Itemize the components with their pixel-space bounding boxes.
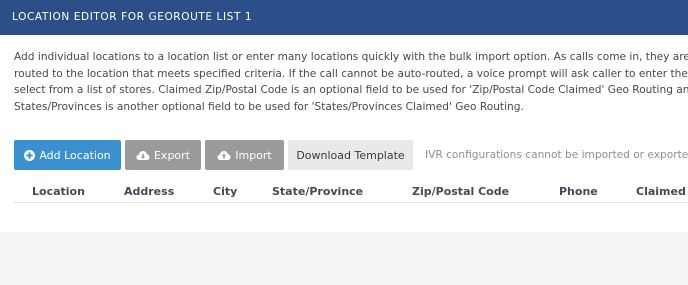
add-location-button[interactable]: Add Location <box>14 140 121 170</box>
column-header-phone[interactable]: Phone <box>559 185 598 198</box>
description-line: States/Provinces is another optional fie… <box>14 100 524 113</box>
panel-header: LOCATION EDITOR FOR GEOROUTE LIST 1 <box>0 0 688 35</box>
import-button[interactable]: Import <box>205 140 284 170</box>
plus-circle-icon <box>24 149 36 161</box>
table-header: Location Address City State/Province Zip… <box>14 178 688 203</box>
location-editor-panel: LOCATION EDITOR FOR GEOROUTE LIST 1 Add … <box>0 0 688 232</box>
description-line: routed to the location that meets specif… <box>14 67 688 80</box>
download-template-button[interactable]: Download Template <box>288 140 413 170</box>
toolbar: Add Location Export Import Download Temp… <box>14 140 688 170</box>
column-header-location[interactable]: Location <box>32 185 85 198</box>
cloud-download-icon <box>136 150 150 161</box>
description-line: Add individual locations to a location l… <box>14 51 688 63</box>
column-header-city[interactable]: City <box>213 185 237 198</box>
description-text: Add individual locations to a location l… <box>14 49 688 115</box>
column-header-zip-postal-code[interactable]: Zip/Postal Code <box>412 185 509 198</box>
column-header-state-province[interactable]: State/Province <box>272 185 363 198</box>
ivr-note: IVR configurations cannot be imported or… <box>425 149 688 161</box>
export-button[interactable]: Export <box>125 140 201 170</box>
column-header-address[interactable]: Address <box>124 185 174 198</box>
add-location-label: Add Location <box>39 148 111 162</box>
export-label: Export <box>153 148 190 162</box>
column-header-claimed-states[interactable]: Claimed S <box>636 185 688 198</box>
download-template-label: Download Template <box>296 148 405 162</box>
import-label: Import <box>235 148 272 162</box>
page-title: LOCATION EDITOR FOR GEOROUTE LIST 1 <box>12 11 253 23</box>
cloud-upload-icon <box>217 150 231 161</box>
description-line: select from a list of stores. Claimed Zi… <box>14 84 688 96</box>
